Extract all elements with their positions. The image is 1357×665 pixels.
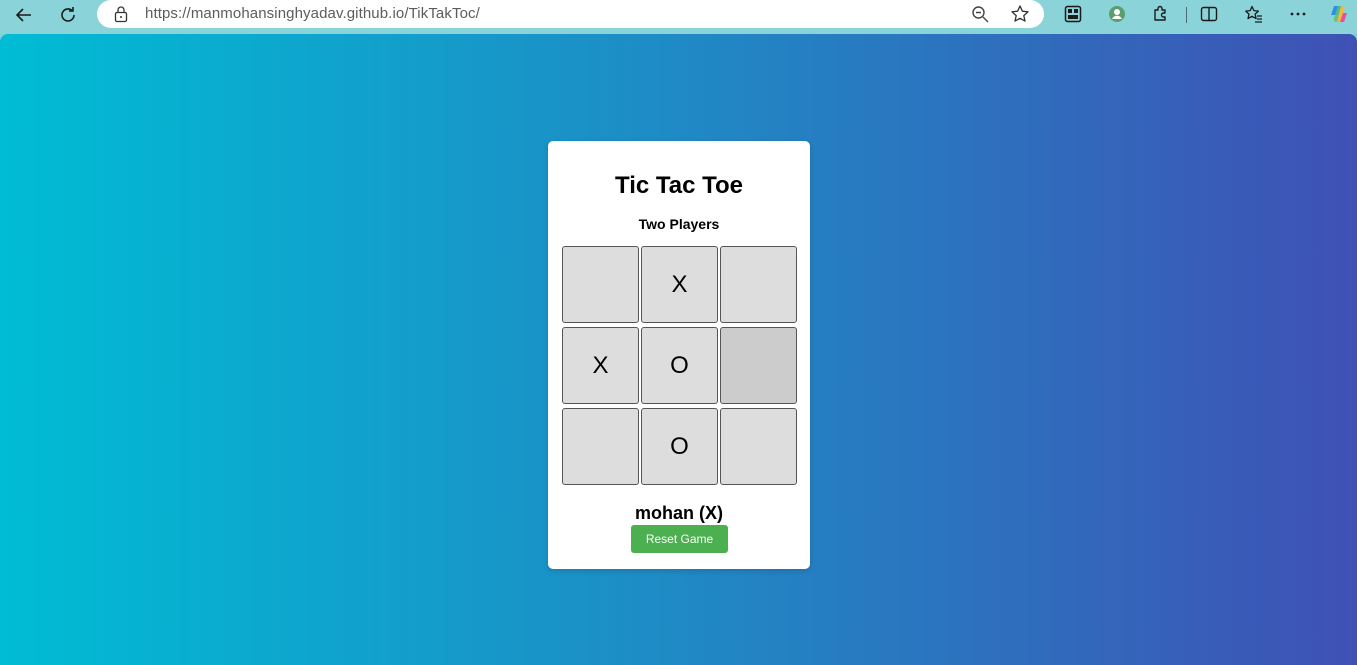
favorites-icon [1245, 5, 1262, 23]
collections-button[interactable] [1061, 3, 1085, 25]
page-background: Tic Tac Toe Two Players X X O O mohan (X… [0, 34, 1357, 665]
back-arrow-icon [15, 8, 31, 22]
board-cell-7[interactable] [562, 408, 639, 485]
board-cell-4[interactable]: X [562, 327, 639, 404]
board-cell-3[interactable] [720, 246, 797, 323]
copilot-icon [1331, 6, 1347, 22]
board-cell-8[interactable]: O [641, 408, 718, 485]
favorites-button[interactable] [1242, 3, 1266, 25]
star-icon[interactable] [1009, 3, 1031, 25]
game-board: X X O O [562, 246, 798, 486]
turn-status: mohan (X) [635, 503, 723, 523]
zoom-out-icon[interactable] [970, 4, 990, 24]
board-cell-1[interactable] [562, 246, 639, 323]
board-cell-2[interactable]: X [641, 246, 718, 323]
collections-icon [1064, 5, 1082, 23]
url-text[interactable]: https://manmohansinghyadav.github.io/Tik… [145, 5, 480, 22]
game-mode-label: Two Players [638, 216, 720, 232]
refresh-icon [61, 7, 75, 22]
board-cell-9[interactable] [720, 408, 797, 485]
toolbar-divider [1186, 7, 1187, 23]
extensions-icon [1154, 5, 1166, 21]
lock-icon[interactable] [113, 5, 129, 23]
reset-game-button[interactable]: Reset Game [631, 525, 728, 553]
split-screen-button[interactable] [1197, 3, 1221, 25]
copilot-button[interactable] [1327, 3, 1351, 25]
more-button[interactable] [1286, 3, 1310, 25]
split-screen-icon [1200, 6, 1218, 22]
url-path: /TikTakToc/ [404, 5, 480, 22]
profile-icon [1109, 6, 1125, 22]
extensions-button[interactable] [1149, 3, 1173, 25]
more-icon [1290, 12, 1306, 16]
address-bar[interactable]: https://manmohansinghyadav.github.io/Tik… [97, 0, 1044, 28]
refresh-button[interactable] [53, 2, 83, 28]
game-card: Tic Tac Toe Two Players X X O O mohan (X… [548, 141, 810, 569]
board-cell-5[interactable]: O [641, 327, 718, 404]
url-host: https://manmohansinghyadav.github.io [145, 5, 405, 22]
game-title: Tic Tac Toe [614, 172, 744, 199]
back-button[interactable] [9, 2, 39, 28]
browser-toolbar: https://manmohansinghyadav.github.io/Tik… [0, 0, 1357, 34]
board-cell-6[interactable] [720, 327, 797, 404]
profile-button[interactable] [1105, 3, 1129, 25]
